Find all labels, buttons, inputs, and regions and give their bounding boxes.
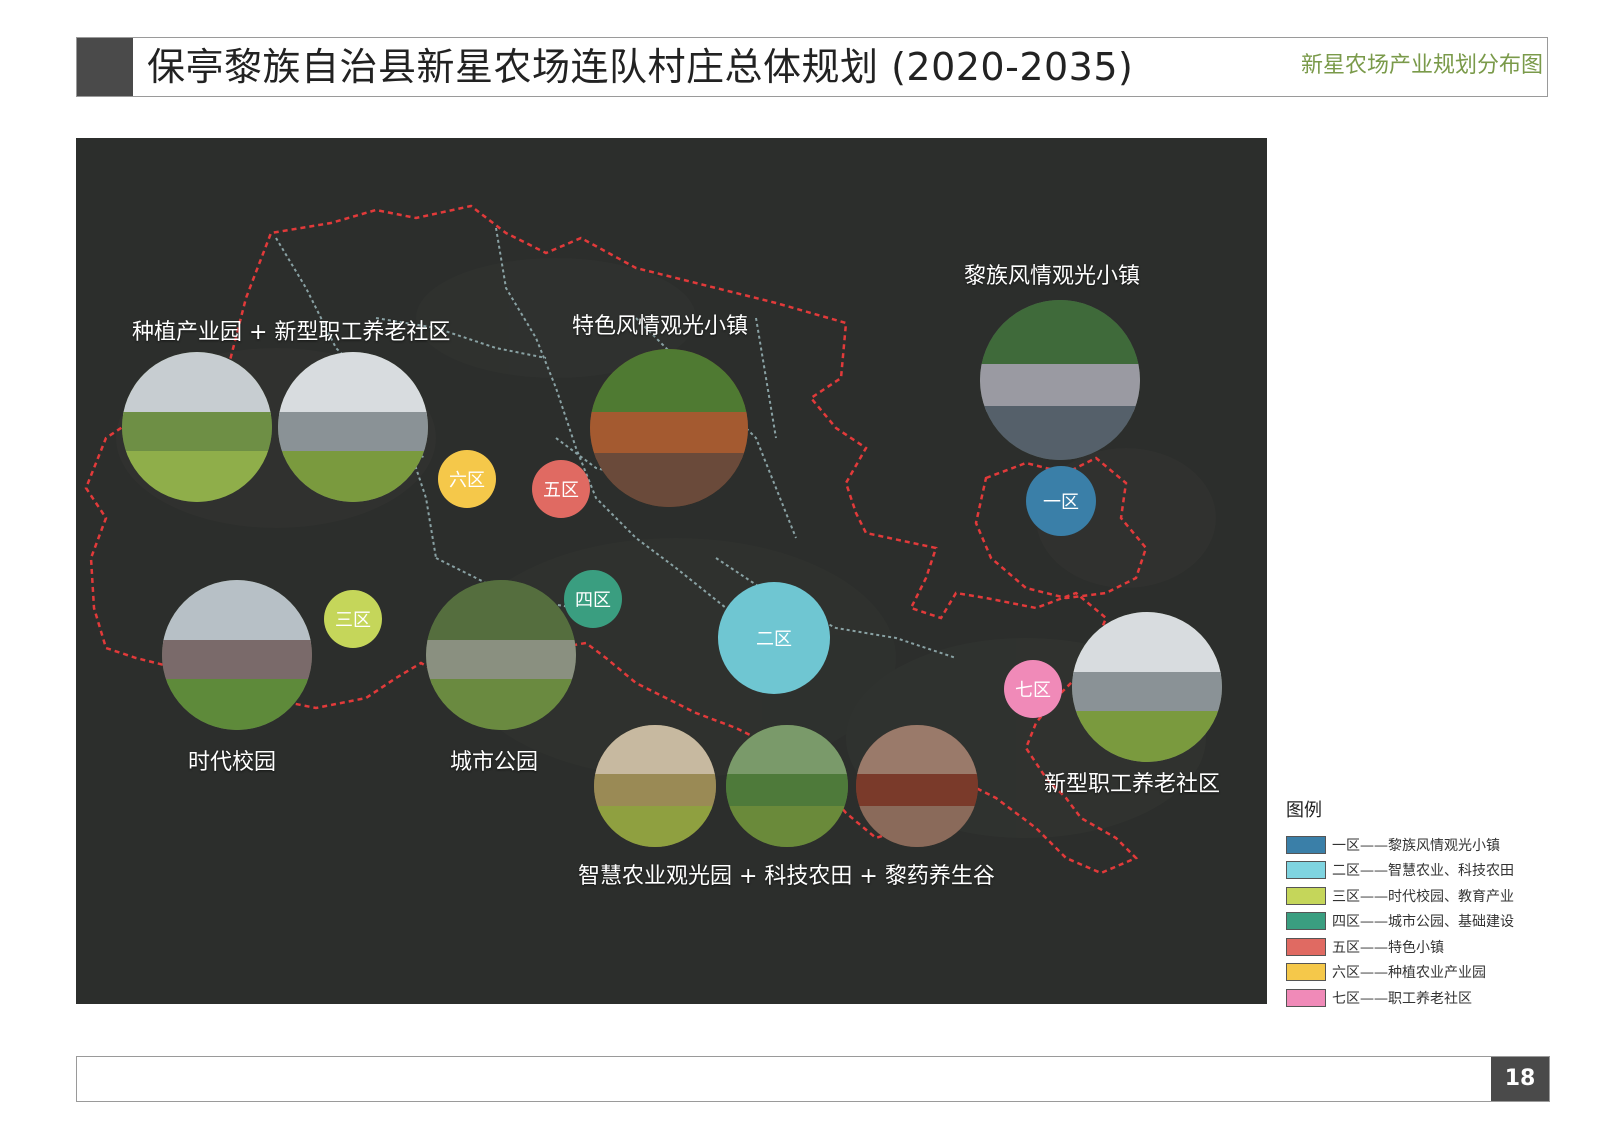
zone-marker-3: 三区 xyxy=(324,590,382,648)
legend-label: 四区——城市公园、基础建设 xyxy=(1332,914,1514,931)
photo-campus xyxy=(162,580,312,730)
legend-label: 三区——时代校园、教育产业 xyxy=(1332,888,1514,905)
industry-plan-map: 一区 二区 三区 四区 五区 六区 七区 种植产业园 + 新型职工养老社区 特色… xyxy=(76,138,1267,1004)
label-planting-park: 种植产业园 + 新型职工养老社区 xyxy=(132,320,451,345)
legend-label: 六区——种植农业产业园 xyxy=(1332,965,1486,982)
legend-swatch xyxy=(1286,937,1326,956)
label-campus: 时代校园 xyxy=(188,750,277,775)
map-legend: 图例 一区——黎族风情观光小镇 二区——智慧农业、科技农田 三区——时代校园、教育产… xyxy=(1286,796,1576,1011)
legend-label: 二区——智慧农业、科技农田 xyxy=(1332,863,1514,880)
photo-elderly-community-west xyxy=(278,352,428,502)
legend-label: 五区——特色小镇 xyxy=(1332,939,1444,956)
header-bar: 保亭黎族自治县新星农场连队村庄总体规划 (2020-2035) 新星农场产业规划… xyxy=(76,37,1548,97)
legend-label: 七区——职工养老社区 xyxy=(1332,990,1472,1007)
zone-marker-2: 二区 xyxy=(718,582,830,694)
page-subtitle: 新星农场产业规划分布图 xyxy=(1300,53,1543,78)
label-smart-agriculture: 智慧农业观光园 + 科技农田 + 黎药养生谷 xyxy=(578,864,995,889)
label-feature-town: 特色风情观光小镇 xyxy=(572,314,749,339)
legend-item: 四区——城市公园、基础建设 xyxy=(1286,909,1576,935)
zone-marker-7: 七区 xyxy=(1004,660,1062,718)
photo-smart-agriculture xyxy=(594,725,716,847)
page-number: 18 xyxy=(1491,1057,1549,1101)
zone-marker-5: 五区 xyxy=(532,460,590,518)
legend-swatch xyxy=(1286,963,1326,982)
legend-label: 一区——黎族风情观光小镇 xyxy=(1332,837,1500,854)
photo-planting-park xyxy=(122,352,272,502)
photo-li-town xyxy=(980,300,1140,460)
header-accent-block xyxy=(77,38,133,96)
label-elderly-community: 新型职工养老社区 xyxy=(1044,772,1221,797)
zone-marker-1: 一区 xyxy=(1026,466,1096,536)
legend-swatch xyxy=(1286,861,1326,880)
legend-swatch xyxy=(1286,835,1326,854)
legend-item: 五区——特色小镇 xyxy=(1286,934,1576,960)
legend-item: 三区——时代校园、教育产业 xyxy=(1286,883,1576,909)
photo-elderly-community-east xyxy=(1072,612,1222,762)
legend-item: 一区——黎族风情观光小镇 xyxy=(1286,832,1576,858)
page-title: 保亭黎族自治县新星农场连队村庄总体规划 (2020-2035) xyxy=(147,45,1134,89)
zone-marker-4: 四区 xyxy=(564,570,622,628)
label-li-town: 黎族风情观光小镇 xyxy=(964,264,1141,289)
legend-title: 图例 xyxy=(1286,800,1322,821)
legend-swatch xyxy=(1286,988,1326,1007)
legend-item: 二区——智慧农业、科技农田 xyxy=(1286,858,1576,884)
legend-swatch xyxy=(1286,886,1326,905)
zone-marker-6: 六区 xyxy=(438,450,496,508)
legend-swatch xyxy=(1286,912,1326,931)
photo-city-park xyxy=(426,580,576,730)
footer-bar: 18 xyxy=(76,1056,1550,1102)
photo-li-medicine xyxy=(856,725,978,847)
legend-item: 七区——职工养老社区 xyxy=(1286,985,1576,1011)
legend-item: 六区——种植农业产业园 xyxy=(1286,960,1576,986)
photo-feature-town xyxy=(590,349,748,507)
legend-list: 一区——黎族风情观光小镇 二区——智慧农业、科技农田 三区——时代校园、教育产业 四区… xyxy=(1286,832,1576,1011)
label-city-park: 城市公园 xyxy=(450,750,539,775)
photo-tech-farmland xyxy=(726,725,848,847)
